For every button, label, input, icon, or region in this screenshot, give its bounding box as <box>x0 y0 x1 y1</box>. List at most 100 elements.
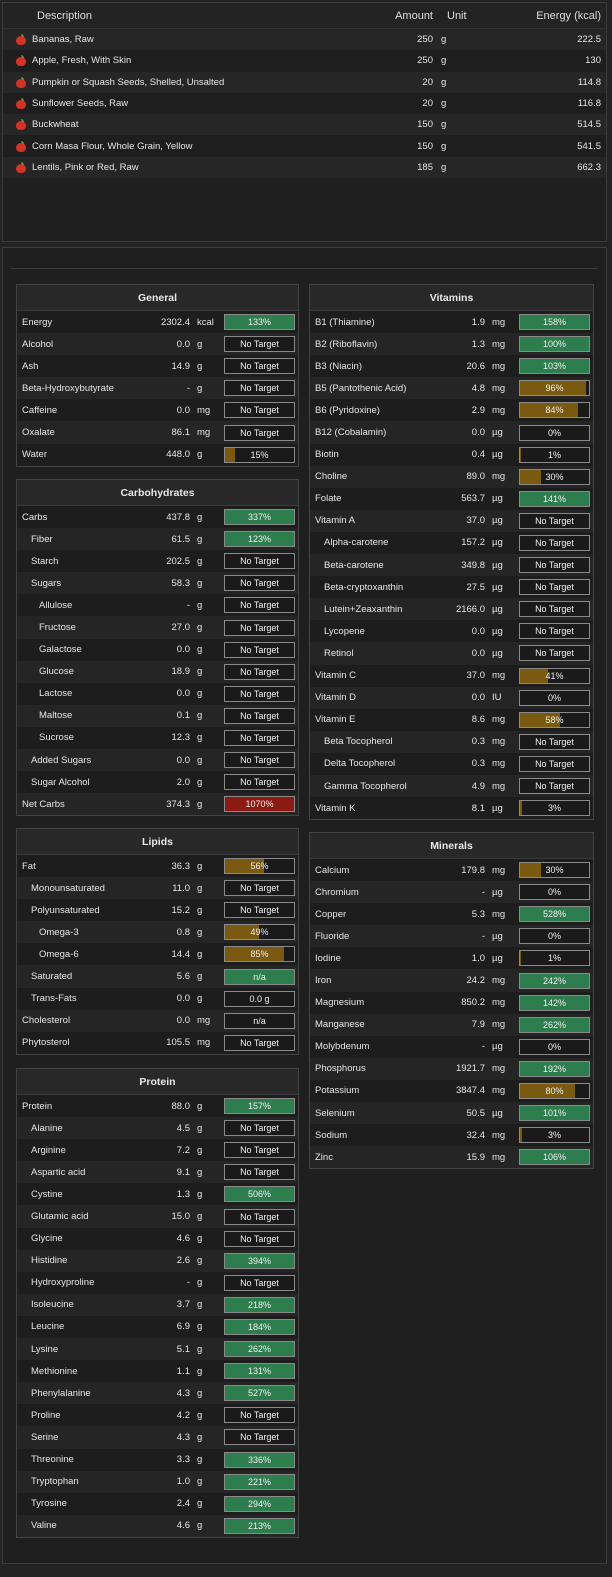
nutrient-row[interactable]: B3 (Niacin) 20.6 mg 103% <box>310 355 593 378</box>
nutrient-row[interactable]: Beta Tocopherol 0.3 mg No Target <box>310 730 593 753</box>
nutrient-row[interactable]: Histidine 2.6 g 394% <box>17 1249 298 1272</box>
nutrient-row[interactable]: Lycopene 0.0 µg No Target <box>310 620 593 643</box>
food-row[interactable]: Sunflower Seeds, Raw 20 g 116.8 <box>3 92 606 115</box>
food-unit[interactable]: g <box>433 55 493 66</box>
nutrient-row[interactable]: Beta-Hydroxybutyrate - g No Target <box>17 377 298 400</box>
nutrient-row[interactable]: Sugars 58.3 g No Target <box>17 572 298 595</box>
nutrient-row[interactable]: Calcium 179.8 mg 30% <box>310 859 593 882</box>
nutrient-row[interactable]: Lysine 5.1 g 262% <box>17 1338 298 1361</box>
nutrient-row[interactable]: Leucine 6.9 g 184% <box>17 1315 298 1339</box>
nutrient-row[interactable]: Fluoride - µg 0% <box>310 925 593 948</box>
nutrient-row[interactable]: Glucose 18.9 g No Target <box>17 660 298 683</box>
description-column-header[interactable]: Description <box>3 10 363 22</box>
nutrient-row[interactable]: Potassium 3847.4 mg 80% <box>310 1079 593 1103</box>
nutrient-row[interactable]: Added Sugars 0.0 g No Target <box>17 749 298 772</box>
amount-column-header[interactable]: Amount <box>363 10 433 22</box>
food-row[interactable]: Bananas, Raw 250 g 222.5 <box>3 29 606 51</box>
nutrient-row[interactable]: Beta-carotene 349.8 µg No Target <box>310 554 593 577</box>
nutrient-row[interactable]: Arginine 7.2 g No Target <box>17 1139 298 1162</box>
nutrient-row[interactable]: Chromium - µg 0% <box>310 881 593 904</box>
food-amount[interactable]: 20 <box>363 98 433 109</box>
nutrient-row[interactable]: Omega-6 14.4 g 85% <box>17 943 298 966</box>
nutrient-row[interactable]: B6 (Pyridoxine) 2.9 mg 84% <box>310 399 593 422</box>
nutrient-row[interactable]: Omega-3 0.8 g 49% <box>17 921 298 944</box>
food-row[interactable]: Pumpkin or Squash Seeds, Shelled, Unsalt… <box>3 71 606 93</box>
nutrient-row[interactable]: Starch 202.5 g No Target <box>17 550 298 573</box>
food-amount[interactable]: 150 <box>363 119 433 130</box>
nutrient-row[interactable]: Vitamin D 0.0 IU 0% <box>310 686 593 709</box>
unit-column-header[interactable]: Unit <box>433 10 493 22</box>
food-amount[interactable]: 250 <box>363 34 433 45</box>
nutrient-row[interactable]: Saturated 5.6 g n/a <box>17 965 298 988</box>
nutrient-row[interactable]: Carbs 437.8 g 337% <box>17 506 298 529</box>
nutrient-row[interactable]: Tyrosine 2.4 g 294% <box>17 1492 298 1515</box>
nutrient-row[interactable]: Threonine 3.3 g 336% <box>17 1448 298 1471</box>
food-row[interactable]: Apple, Fresh, With Skin 250 g 130 <box>3 50 606 72</box>
nutrient-row[interactable]: Lutein+Zeaxanthin 2166.0 µg No Target <box>310 598 593 621</box>
nutrient-row[interactable]: Proline 4.2 g No Target <box>17 1404 298 1427</box>
nutrient-row[interactable]: Glycine 4.6 g No Target <box>17 1227 298 1250</box>
nutrient-row[interactable]: Oxalate 86.1 mg No Target <box>17 421 298 444</box>
nutrient-row[interactable]: Vitamin C 37.0 mg 41% <box>310 664 593 687</box>
nutrient-row[interactable]: Polyunsaturated 15.2 g No Target <box>17 899 298 922</box>
nutrient-row[interactable]: Zinc 15.9 mg 106% <box>310 1146 593 1169</box>
nutrient-row[interactable]: Tryptophan 1.0 g 221% <box>17 1470 298 1493</box>
food-row[interactable]: Lentils, Pink or Red, Raw 185 g 662.3 <box>3 156 606 179</box>
nutrient-row[interactable]: Molybdenum - µg 0% <box>310 1035 593 1058</box>
nutrient-row[interactable]: Protein 88.0 g 157% <box>17 1095 298 1118</box>
nutrient-row[interactable]: Beta-cryptoxanthin 27.5 µg No Target <box>310 576 593 599</box>
nutrient-row[interactable]: Maltose 0.1 g No Target <box>17 704 298 727</box>
food-amount[interactable]: 150 <box>363 141 433 152</box>
nutrient-row[interactable]: Phenylalanine 4.3 g 527% <box>17 1382 298 1405</box>
nutrient-row[interactable]: Vitamin K 8.1 µg 3% <box>310 797 593 820</box>
nutrient-row[interactable]: Allulose - g No Target <box>17 594 298 617</box>
food-unit[interactable]: g <box>433 119 493 130</box>
nutrient-row[interactable]: B1 (Thiamine) 1.9 mg 158% <box>310 311 593 334</box>
energy-column-header[interactable]: Energy (kcal) <box>493 10 601 22</box>
nutrient-row[interactable]: Delta Tocopherol 0.3 mg No Target <box>310 752 593 775</box>
nutrient-row[interactable]: Magnesium 850.2 mg 142% <box>310 991 593 1014</box>
nutrient-row[interactable]: Isoleucine 3.7 g 218% <box>17 1293 298 1316</box>
nutrient-row[interactable]: Sucrose 12.3 g No Target <box>17 726 298 750</box>
nutrient-row[interactable]: Alcohol 0.0 g No Target <box>17 333 298 356</box>
food-row[interactable]: Buckwheat 150 g 514.5 <box>3 114 606 136</box>
food-amount[interactable]: 185 <box>363 162 433 173</box>
nutrient-row[interactable]: Fructose 27.0 g No Target <box>17 616 298 639</box>
nutrient-row[interactable]: B2 (Riboflavin) 1.3 mg 100% <box>310 333 593 356</box>
nutrient-row[interactable]: Vitamin A 37.0 µg No Target <box>310 509 593 532</box>
nutrient-row[interactable]: Alanine 4.5 g No Target <box>17 1117 298 1140</box>
nutrient-row[interactable]: Selenium 50.5 µg 101% <box>310 1102 593 1125</box>
nutrient-row[interactable]: Copper 5.3 mg 528% <box>310 903 593 926</box>
nutrient-row[interactable]: Water 448.0 g 15% <box>17 443 298 466</box>
nutrient-row[interactable]: Aspartic acid 9.1 g No Target <box>17 1161 298 1184</box>
nutrient-row[interactable]: Net Carbs 374.3 g 1070% <box>17 793 298 816</box>
food-unit[interactable]: g <box>433 162 493 173</box>
nutrient-row[interactable]: B12 (Cobalamin) 0.0 µg 0% <box>310 421 593 444</box>
nutrient-row[interactable]: Trans-Fats 0.0 g 0.0 g <box>17 987 298 1010</box>
food-amount[interactable]: 20 <box>363 77 433 88</box>
nutrient-row[interactable]: Ash 14.9 g No Target <box>17 355 298 378</box>
nutrient-row[interactable]: Biotin 0.4 µg 1% <box>310 443 593 466</box>
nutrient-row[interactable]: Cholesterol 0.0 mg n/a <box>17 1009 298 1032</box>
nutrient-row[interactable]: Galactose 0.0 g No Target <box>17 638 298 661</box>
food-row[interactable]: Corn Masa Flour, Whole Grain, Yellow 150 g… <box>3 135 606 157</box>
food-unit[interactable]: g <box>433 34 493 45</box>
nutrient-row[interactable]: Manganese 7.9 mg 262% <box>310 1013 593 1036</box>
nutrient-row[interactable]: Folate 563.7 µg 141% <box>310 487 593 510</box>
nutrient-row[interactable]: B5 (Pantothenic Acid) 4.8 mg 96% <box>310 377 593 400</box>
nutrient-row[interactable]: Choline 89.0 mg 30% <box>310 465 593 488</box>
nutrient-row[interactable]: Cystine 1.3 g 506% <box>17 1183 298 1206</box>
nutrient-row[interactable]: Gamma Tocopherol 4.9 mg No Target <box>310 774 593 798</box>
nutrient-row[interactable]: Retinol 0.0 µg No Target <box>310 642 593 665</box>
nutrient-row[interactable]: Vitamin E 8.6 mg 58% <box>310 708 593 731</box>
nutrient-row[interactable]: Phytosterol 105.5 mg No Target <box>17 1031 298 1054</box>
nutrient-row[interactable]: Caffeine 0.0 mg No Target <box>17 399 298 422</box>
nutrient-row[interactable]: Sodium 32.4 mg 3% <box>310 1124 593 1147</box>
nutrient-row[interactable]: Iodine 1.0 µg 1% <box>310 947 593 970</box>
nutrient-row[interactable]: Valine 4.6 g 213% <box>17 1514 298 1537</box>
nutrient-row[interactable]: Lactose 0.0 g No Target <box>17 682 298 705</box>
nutrient-row[interactable]: Fiber 61.5 g 123% <box>17 528 298 551</box>
nutrient-row[interactable]: Methionine 1.1 g 131% <box>17 1360 298 1383</box>
nutrient-row[interactable]: Fat 36.3 g 56% <box>17 855 298 878</box>
nutrient-row[interactable]: Glutamic acid 15.0 g No Target <box>17 1205 298 1228</box>
